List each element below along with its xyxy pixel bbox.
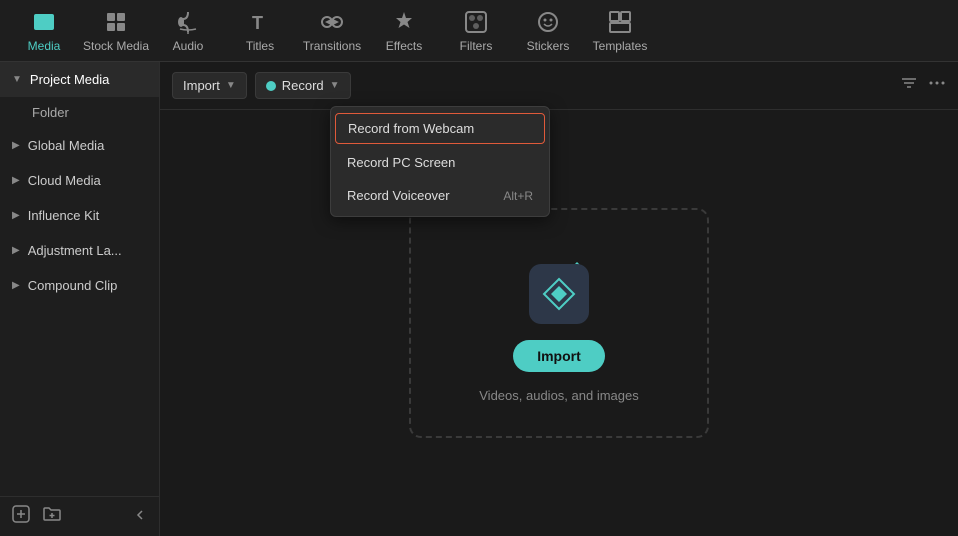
transitions-icon — [319, 9, 345, 35]
import-media-button[interactable]: Import — [513, 340, 605, 372]
add-folder-icon[interactable] — [42, 505, 62, 528]
filter-sort-icon[interactable] — [900, 74, 918, 97]
add-media-icon[interactable] — [12, 505, 30, 528]
record-pc-screen-option[interactable]: Record PC Screen — [331, 146, 549, 179]
sidebar-item-global-media[interactable]: ▶ Global Media — [0, 128, 159, 163]
sidebar-label-compound-clip: Compound Clip — [28, 278, 118, 293]
drop-zone-description: Videos, audios, and images — [479, 388, 638, 403]
chevron-down-icon: ▼ — [12, 74, 22, 85]
sidebar-item-influence-kit[interactable]: ▶ Influence Kit — [0, 198, 159, 233]
templates-icon — [607, 9, 633, 35]
chevron-right-icon: ▶ — [12, 140, 20, 151]
sidebar-label-cloud-media: Cloud Media — [28, 173, 101, 188]
nav-label-effects: Effects — [386, 39, 422, 53]
sidebar-item-adjustment-layer[interactable]: ▶ Adjustment La... — [0, 233, 159, 268]
record-voiceover-option[interactable]: Record Voiceover Alt+R — [331, 179, 549, 212]
drop-zone-icon — [519, 244, 599, 324]
nav-label-audio: Audio — [173, 39, 204, 53]
nav-label-stock-media: Stock Media — [83, 39, 149, 53]
nav-label-stickers: Stickers — [527, 39, 570, 53]
stock-media-icon — [103, 9, 129, 35]
nav-label-filters: Filters — [460, 39, 493, 53]
chevron-right-icon-3: ▶ — [12, 210, 20, 221]
nav-label-titles: Titles — [246, 39, 274, 53]
audio-icon — [175, 9, 201, 35]
nav-item-stickers[interactable]: Stickers — [512, 2, 584, 60]
nav-item-templates[interactable]: Templates — [584, 2, 656, 60]
nav-label-templates: Templates — [593, 39, 648, 53]
nav-label-transitions: Transitions — [303, 39, 361, 53]
record-pc-screen-label: Record PC Screen — [347, 155, 455, 170]
stickers-icon — [535, 9, 561, 35]
record-button[interactable]: Record ▼ — [255, 72, 351, 99]
record-from-webcam-option[interactable]: Record from Webcam — [335, 113, 545, 144]
top-navigation: Media Stock Media Audio T — [0, 0, 958, 62]
import-button[interactable]: Import ▼ — [172, 72, 247, 99]
folder-label: Folder — [32, 105, 69, 120]
collapse-sidebar-icon[interactable] — [133, 508, 147, 525]
effects-icon — [391, 9, 417, 35]
chevron-right-icon-2: ▶ — [12, 175, 20, 186]
sidebar-item-compound-clip[interactable]: ▶ Compound Clip — [0, 268, 159, 303]
toolbar-right — [900, 74, 946, 97]
sidebar-label-project-media: Project Media — [30, 72, 109, 87]
import-label: Import — [183, 78, 220, 93]
nav-item-audio[interactable]: Audio — [152, 2, 224, 60]
chevron-right-icon-5: ▶ — [12, 280, 20, 291]
nav-item-stock-media[interactable]: Stock Media — [80, 2, 152, 60]
nav-item-transitions[interactable]: Transitions — [296, 2, 368, 60]
import-big-label: Import — [537, 348, 581, 364]
content-area: Import ▼ Record ▼ — [160, 62, 958, 536]
sidebar-label-global-media: Global Media — [28, 138, 105, 153]
media-icon — [31, 9, 57, 35]
import-chevron-icon: ▼ — [226, 80, 236, 91]
record-dropdown-menu: Record from Webcam Record PC Screen Reco… — [330, 106, 550, 217]
record-voiceover-label: Record Voiceover — [347, 188, 450, 203]
sidebar: ▼ Project Media Folder ▶ Global Media ▶ … — [0, 62, 160, 536]
filters-icon — [463, 9, 489, 35]
sidebar-item-cloud-media[interactable]: ▶ Cloud Media — [0, 163, 159, 198]
sidebar-bottom — [0, 496, 159, 536]
sidebar-label-influence-kit: Influence Kit — [28, 208, 100, 223]
record-label: Record — [282, 78, 324, 93]
drop-zone-wrapper: Import Videos, audios, and images — [160, 110, 958, 536]
nav-label-media: Media — [28, 39, 61, 53]
sidebar-label-adjustment-layer: Adjustment La... — [28, 243, 122, 258]
titles-icon: T — [247, 9, 273, 35]
toolbar: Import ▼ Record ▼ — [160, 62, 958, 110]
record-webcam-label: Record from Webcam — [348, 121, 474, 136]
nav-item-media[interactable]: Media — [8, 2, 80, 60]
main-layout: ▼ Project Media Folder ▶ Global Media ▶ … — [0, 62, 958, 536]
sidebar-item-project-media[interactable]: ▼ Project Media — [0, 62, 159, 97]
svg-text:T: T — [252, 13, 263, 33]
more-options-icon[interactable] — [928, 74, 946, 97]
record-chevron-icon: ▼ — [330, 80, 340, 91]
sidebar-folder-item[interactable]: Folder — [0, 97, 159, 128]
nav-item-effects[interactable]: Effects — [368, 2, 440, 60]
nav-item-titles[interactable]: T Titles — [224, 2, 296, 60]
voiceover-shortcut: Alt+R — [503, 189, 533, 203]
media-drop-zone[interactable]: Import Videos, audios, and images — [409, 208, 709, 438]
record-dot-icon — [266, 81, 276, 91]
nav-item-filters[interactable]: Filters — [440, 2, 512, 60]
chevron-right-icon-4: ▶ — [12, 245, 20, 256]
